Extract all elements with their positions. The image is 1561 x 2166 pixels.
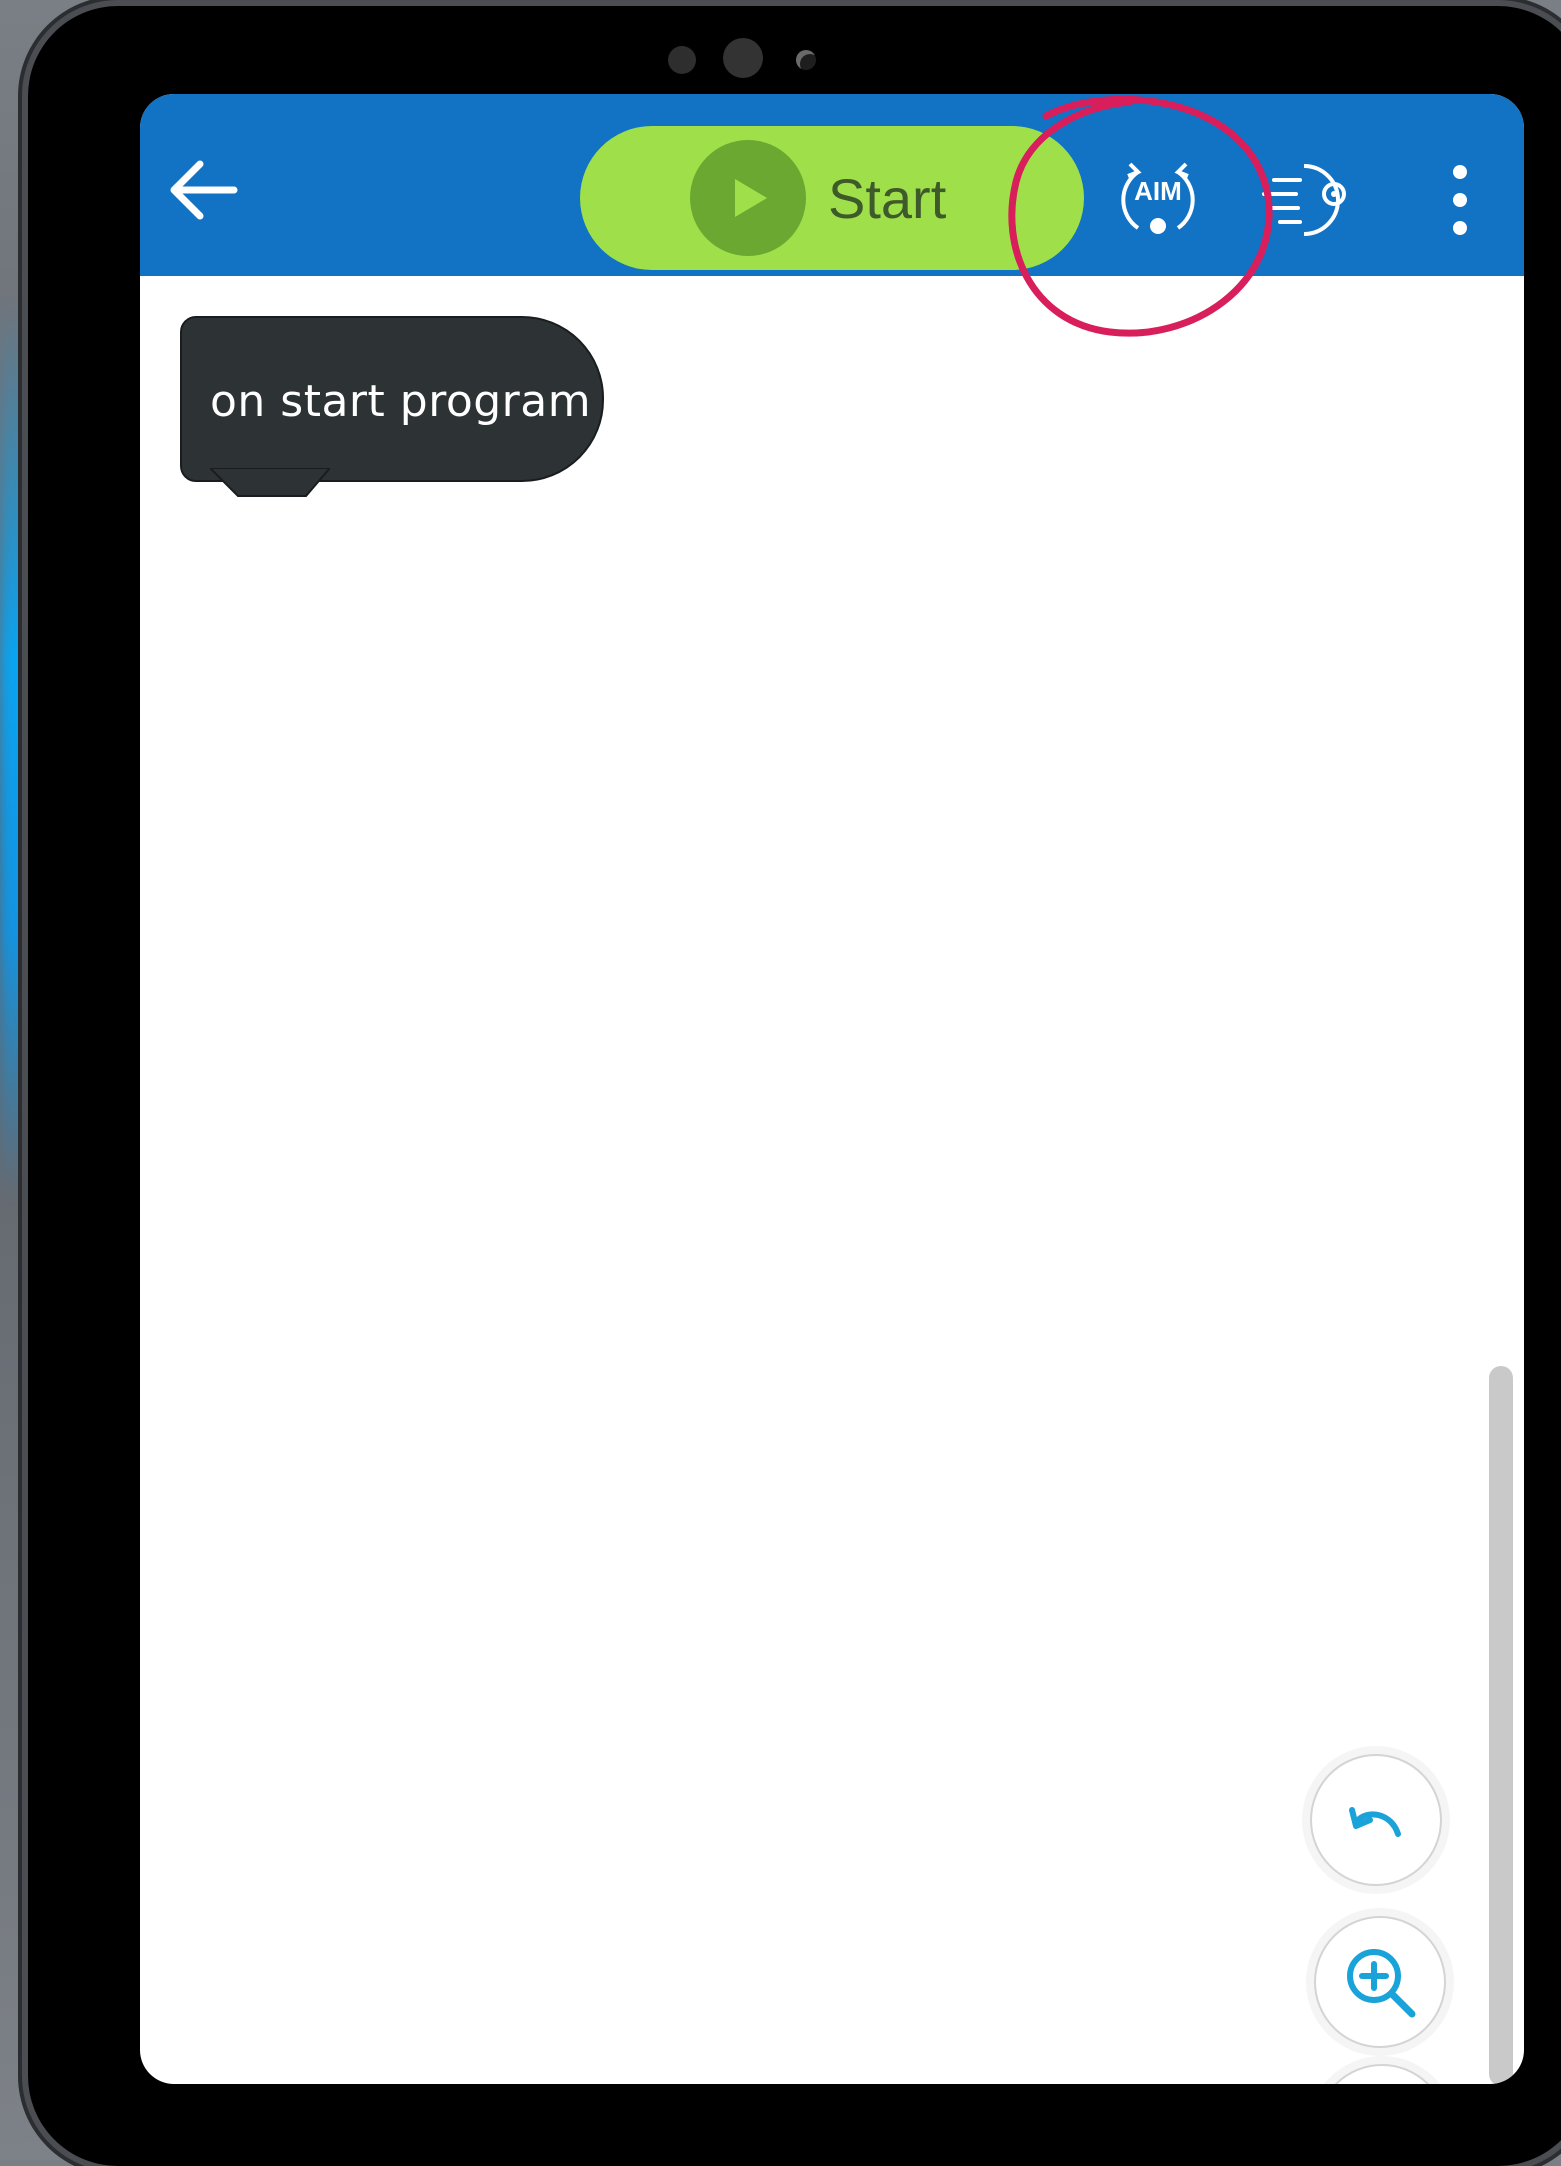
start-label: Start [828,166,947,230]
camera-bar [28,36,1561,80]
app-screen: Start AIM on start program [140,94,1524,2084]
robot-drive-icon [1262,164,1346,236]
front-camera [723,38,763,78]
play-circle [690,140,806,256]
sensor-dot [668,46,696,74]
back-button[interactable] [164,154,244,226]
aim-button[interactable]: AIM [1108,150,1208,250]
start-button[interactable]: Start [580,126,1084,270]
more-vertical-icon [1453,165,1467,235]
top-toolbar: Start AIM [140,94,1524,276]
zoom-in-icon [1347,1949,1416,2018]
block-label: on start program [210,376,592,427]
on-start-program-block[interactable]: on start program [180,316,604,482]
undo-icon [1349,1807,1401,1837]
zoom-in-button[interactable] [1314,1916,1446,2048]
aim-label: AIM [1134,176,1182,206]
camera-lens [796,50,816,70]
robot-drive-button[interactable] [1260,154,1360,246]
vertical-scrollbar[interactable] [1489,1366,1513,2084]
block-connector-notch [210,468,330,497]
play-icon [735,179,767,217]
zoom-out-button[interactable] [1316,2064,1448,2084]
arrow-left-icon [170,160,238,220]
tablet-frame: Start AIM on start program [28,6,1561,2166]
more-menu-button[interactable] [1440,160,1480,240]
undo-button[interactable] [1310,1754,1442,1886]
